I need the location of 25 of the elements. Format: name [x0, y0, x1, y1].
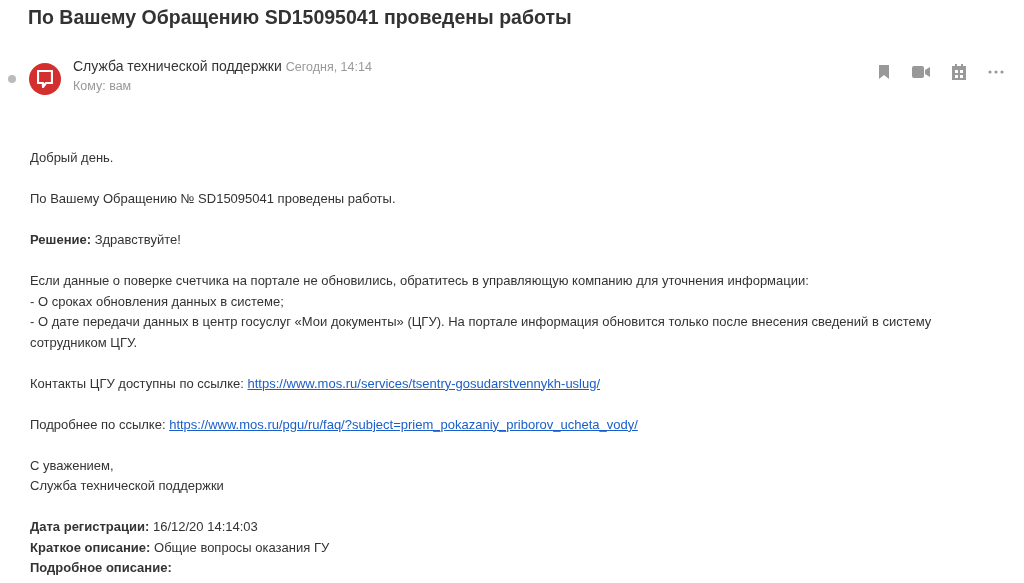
body-text: Контакты ЦГУ доступны по ссылке: https://www.mos.ru/services/tsentry-gosudarstvennykh-uslug/	[30, 374, 602, 393]
body-text: - О сроках обновления данных в системе;	[30, 292, 285, 311]
body-text: Краткое описание: Общие вопросы оказания ГУ	[30, 538, 331, 557]
body-text: Подробнее по ссылке: https://www.mos.ru/pgu/ru/faq/?subject=priem_pokazaniy_priborov_ucheta_vody/	[30, 415, 639, 434]
recipient-label: Кому: вам	[73, 79, 133, 93]
message-date: Сегодня, 14:14	[285, 60, 372, 74]
body-text: С уважением,	[30, 456, 115, 475]
body-text: Добрый день.	[30, 149, 115, 167]
body-text: Решение: Здравствуйте!	[30, 231, 182, 249]
more-icon[interactable]	[988, 70, 1004, 74]
link[interactable]: https://www.mos.ru/pgu/ru/faq/?subject=priem_pokazaniy_priborov_ucheta_vody/	[169, 416, 638, 432]
unread-dot[interactable]	[8, 75, 16, 83]
speech-bubble-icon	[37, 70, 53, 88]
bookmark-icon[interactable]	[878, 65, 890, 79]
email-subject: По Вашему Обращению SD15095041 проведены работы	[27, 5, 573, 30]
sender-name[interactable]: Служба технической поддержки	[73, 58, 282, 74]
body-text: Дата регистрации: 16/12/20 14:14:03	[30, 518, 259, 536]
calendar-icon[interactable]	[952, 64, 966, 80]
body-text: Служба технической поддержки	[30, 477, 225, 495]
body-text: Подробное описание:	[30, 559, 173, 577]
body-text: По Вашему Обращению № SD15095041 проведены работы.	[30, 190, 397, 208]
body-text: Если данные о поверке счетчика на портале не обновились, обратитесь в управляющую компанию для уточнения информации:	[30, 272, 810, 290]
video-camera-icon[interactable]	[912, 66, 930, 78]
link[interactable]: https://www.mos.ru/services/tsentry-gosudarstvennykh-uslug/	[247, 375, 601, 391]
body-text: - О дате передачи данных в центр госуслуг «Мои документы» (ЦГУ). На портале информация обновится только после внесения сведений в систему сотрудником ЦГУ.	[30, 313, 933, 352]
